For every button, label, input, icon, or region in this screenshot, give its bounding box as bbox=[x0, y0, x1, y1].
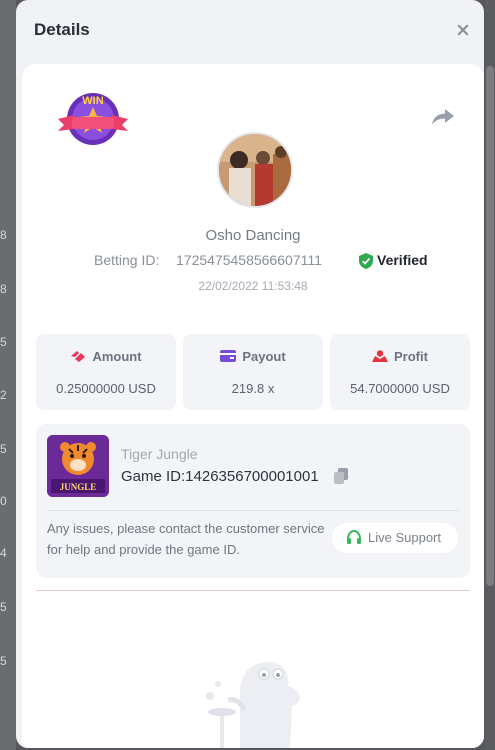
background-digit: 8 bbox=[0, 228, 7, 242]
bet-datetime: 22/02/2022 11:53:48 bbox=[198, 279, 308, 293]
profit-icon bbox=[372, 350, 389, 362]
profit-card: Profit 54.7000000 USD bbox=[330, 334, 470, 410]
support-notice: Any issues, please contact the customer … bbox=[47, 521, 325, 557]
payout-label: Payout bbox=[242, 349, 286, 364]
background-digit: 4 bbox=[0, 546, 7, 560]
win-badge-icon: WIN bbox=[58, 93, 128, 145]
headset-icon bbox=[347, 530, 361, 544]
background-digit: 2 bbox=[0, 388, 7, 402]
tiger-icon: JUNGLE bbox=[47, 435, 109, 497]
game-box-divider bbox=[47, 510, 459, 511]
profit-label: Profit bbox=[394, 349, 428, 364]
amount-value: 0.25000000 USD bbox=[56, 381, 156, 396]
payout-icon bbox=[220, 350, 237, 362]
live-support-label: Live Support bbox=[368, 530, 441, 545]
live-support-button[interactable]: Live Support bbox=[332, 523, 458, 553]
game-thumbnail[interactable]: JUNGLE bbox=[47, 435, 109, 497]
verified-shield-icon bbox=[359, 253, 373, 269]
betting-id-label: Betting ID: bbox=[94, 252, 160, 268]
amount-icon bbox=[71, 351, 86, 362]
betting-id-row: Betting ID: 1725475458566607111 Verified bbox=[94, 252, 434, 272]
modal-title: Details bbox=[34, 20, 90, 39]
mascot-illustration bbox=[206, 662, 300, 748]
copy-icon[interactable] bbox=[334, 468, 348, 484]
details-modal: Details WIN Osho Dancing Betting ID: 172… bbox=[16, 0, 484, 748]
user-name: Osho Dancing bbox=[205, 227, 301, 244]
game-id: Game ID:1426356700001001 bbox=[121, 468, 319, 485]
game-name: Tiger Jungle bbox=[121, 446, 198, 462]
background-digit: 8 bbox=[0, 282, 7, 296]
user-avatar bbox=[217, 132, 293, 208]
close-icon[interactable] bbox=[452, 18, 476, 42]
bet-details-panel: WIN Osho Dancing Betting ID: 17254754585… bbox=[22, 64, 484, 748]
avatar-photo bbox=[219, 134, 291, 206]
scrollbar-thumb[interactable] bbox=[486, 66, 494, 586]
payout-card: Payout 219.8 x bbox=[183, 334, 323, 410]
background-digit: 5 bbox=[0, 600, 7, 614]
game-thumb-label: JUNGLE bbox=[60, 482, 97, 492]
modal-header: Details bbox=[16, 0, 484, 62]
win-badge-text: WIN bbox=[82, 95, 103, 107]
background-list-strip: 8 8 5 2 5 0 4 5 5 bbox=[0, 0, 16, 750]
background-digit: 5 bbox=[0, 442, 7, 456]
background-digit: 0 bbox=[0, 494, 7, 508]
payout-value: 219.8 x bbox=[231, 381, 275, 396]
betting-id-value: 1725475458566607111 bbox=[176, 252, 322, 268]
share-icon[interactable] bbox=[430, 106, 456, 128]
background-digit: 5 bbox=[0, 335, 7, 349]
amount-card: Amount 0.25000000 USD bbox=[36, 334, 176, 410]
section-separator bbox=[36, 590, 470, 591]
background-digit: 5 bbox=[0, 654, 7, 668]
verified-label: Verified bbox=[377, 252, 428, 268]
amount-label: Amount bbox=[92, 349, 142, 364]
game-info-box: JUNGLE Tiger Jungle Game ID:142635670000… bbox=[36, 424, 470, 578]
profit-value: 54.7000000 USD bbox=[350, 381, 450, 396]
